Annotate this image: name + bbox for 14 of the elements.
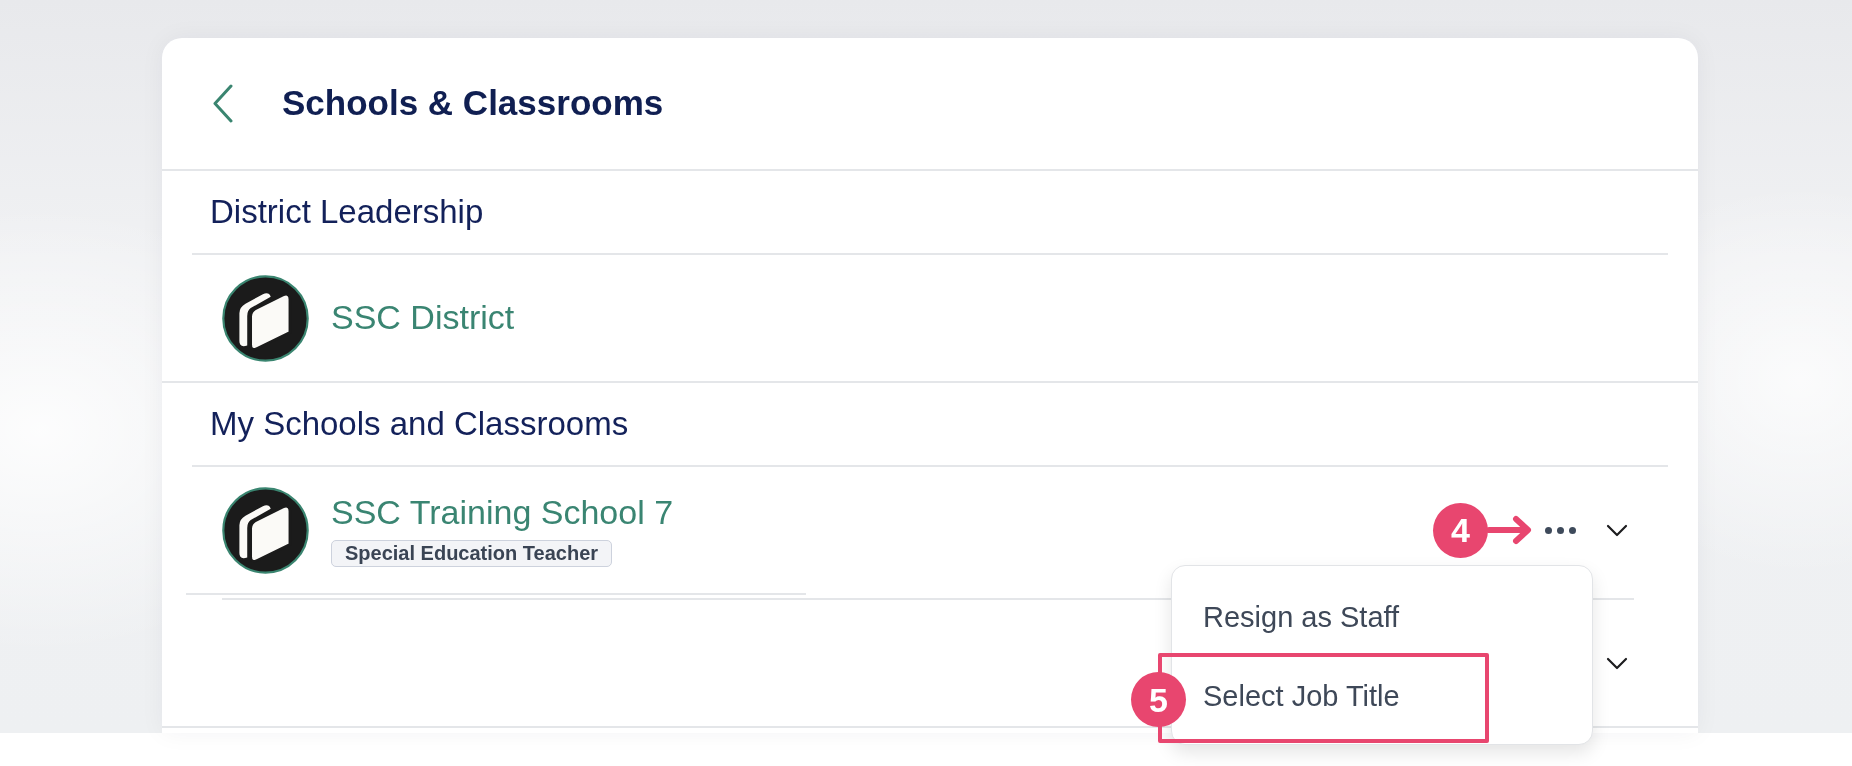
section-heading: My Schools and Classrooms [210,405,629,443]
organization-link[interactable]: SSC Training School 7 [331,492,674,533]
callout-number: 4 [1433,502,1488,558]
callout-number: 5 [1131,672,1186,727]
page-title: Schools & Classrooms [282,83,664,124]
section-heading: District Leadership [210,193,484,231]
arrow-right-icon [1487,515,1533,545]
menu-item[interactable]: Resign as Staff [1172,578,1592,657]
organization-link[interactable]: SSC District [331,298,515,338]
chevron-down-icon [1606,656,1628,670]
ellipsis-icon [1545,526,1576,534]
job-title-tag: Special Education Teacher [331,540,613,568]
chevron-down-icon [1606,523,1628,537]
chevron-left-icon [212,84,234,123]
